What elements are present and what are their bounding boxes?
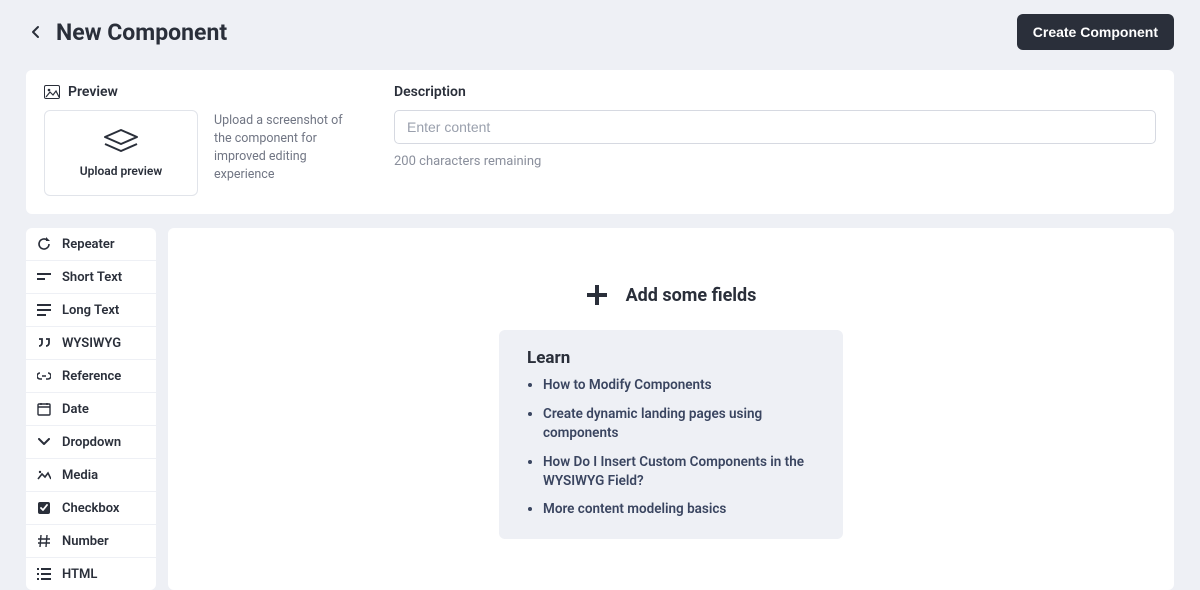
description-input[interactable] xyxy=(394,110,1156,144)
page-header: New Component Create Component xyxy=(0,0,1200,60)
field-label: Reference xyxy=(62,369,121,384)
long-text-icon xyxy=(36,302,52,318)
back-button[interactable] xyxy=(26,22,46,42)
field-label: Media xyxy=(62,468,98,483)
field-label: Repeater xyxy=(62,237,115,252)
field-wysiwyg[interactable]: WYSIWYG xyxy=(26,327,156,360)
field-short-text[interactable]: Short Text xyxy=(26,261,156,294)
field-html[interactable]: HTML xyxy=(26,558,156,590)
create-component-button[interactable]: Create Component xyxy=(1017,14,1174,50)
fields-canvas: Add some fields Learn How to Modify Comp… xyxy=(168,228,1174,590)
image-icon xyxy=(44,85,60,99)
field-long-text[interactable]: Long Text xyxy=(26,294,156,327)
add-fields-text: Add some fields xyxy=(626,285,757,306)
chevron-left-icon xyxy=(31,25,41,39)
field-label: HTML xyxy=(62,567,97,582)
refresh-icon xyxy=(36,236,52,252)
field-label: Dropdown xyxy=(62,435,121,450)
field-label: Long Text xyxy=(62,303,119,318)
upload-preview-label: Upload preview xyxy=(80,164,163,178)
page-title: New Component xyxy=(56,19,227,46)
field-dropdown[interactable]: Dropdown xyxy=(26,426,156,459)
checkbox-icon xyxy=(36,500,52,516)
upload-preview-card[interactable]: Upload preview xyxy=(44,110,198,196)
preview-section: Preview Upload preview Upload a screensh… xyxy=(44,84,374,196)
layers-icon xyxy=(101,128,141,156)
chevron-down-icon xyxy=(36,434,52,450)
header-left: New Component xyxy=(26,19,227,46)
learn-link[interactable]: How Do I Insert Custom Components in the… xyxy=(543,453,821,491)
learn-link[interactable]: More content modeling basics xyxy=(543,500,821,519)
short-text-icon xyxy=(36,269,52,285)
hash-icon xyxy=(36,533,52,549)
field-number[interactable]: Number xyxy=(26,525,156,558)
learn-link[interactable]: Create dynamic landing pages using compo… xyxy=(543,405,821,443)
link-icon xyxy=(36,368,52,384)
learn-panel: Learn How to Modify Components Create dy… xyxy=(499,330,843,539)
characters-remaining: 200 characters remaining xyxy=(394,154,1156,169)
field-checkbox[interactable]: Checkbox xyxy=(26,492,156,525)
description-section: Description 200 characters remaining xyxy=(394,84,1156,196)
quote-icon xyxy=(36,335,52,351)
field-label: Number xyxy=(62,534,109,549)
upload-help-text: Upload a screenshot of the component for… xyxy=(214,110,344,196)
field-label: Checkbox xyxy=(62,501,120,516)
calendar-icon xyxy=(36,401,52,417)
field-media[interactable]: Media xyxy=(26,459,156,492)
field-reference[interactable]: Reference xyxy=(26,360,156,393)
component-meta-panel: Preview Upload preview Upload a screensh… xyxy=(26,70,1174,214)
preview-label: Preview xyxy=(44,84,374,100)
field-type-sidebar: Repeater Short Text Long Text WYSIWYG Re… xyxy=(26,228,156,590)
add-fields-prompt: Add some fields xyxy=(586,284,757,306)
list-icon xyxy=(36,566,52,582)
learn-link[interactable]: How to Modify Components xyxy=(543,376,821,395)
field-label: Short Text xyxy=(62,270,122,285)
editor-area: Repeater Short Text Long Text WYSIWYG Re… xyxy=(26,228,1174,590)
field-label: Date xyxy=(62,402,89,417)
field-label: WYSIWYG xyxy=(62,336,121,351)
media-icon xyxy=(36,467,52,483)
field-repeater[interactable]: Repeater xyxy=(26,228,156,261)
learn-title: Learn xyxy=(527,348,821,368)
plus-icon xyxy=(586,284,608,306)
learn-links: How to Modify Components Create dynamic … xyxy=(527,376,821,519)
field-date[interactable]: Date xyxy=(26,393,156,426)
description-label: Description xyxy=(394,84,1156,100)
